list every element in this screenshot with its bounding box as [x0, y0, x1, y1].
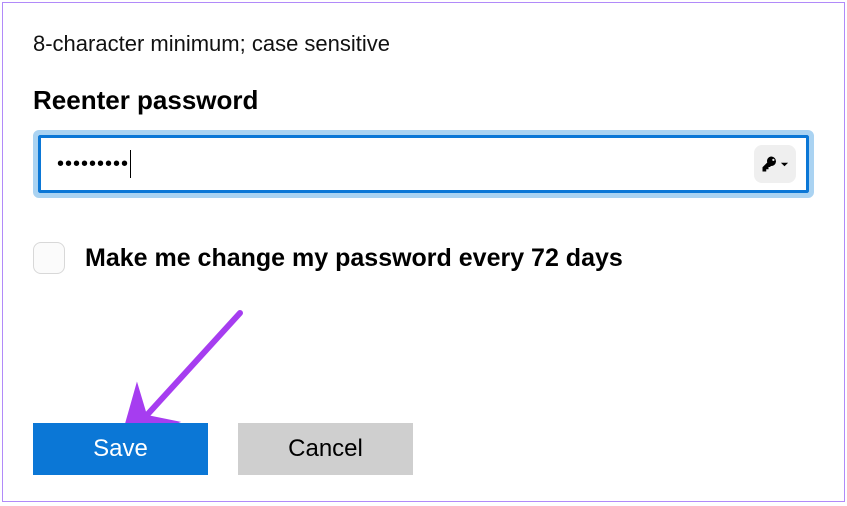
password-hint-text: 8-character minimum; case sensitive — [33, 31, 814, 57]
text-caret — [130, 150, 131, 178]
change-every-checkbox[interactable] — [33, 242, 65, 274]
cancel-button[interactable]: Cancel — [238, 423, 413, 475]
change-every-row: Make me change my password every 72 days — [33, 242, 814, 274]
reenter-password-label: Reenter password — [33, 85, 814, 116]
reenter-password-input[interactable]: ••••••••• — [38, 135, 809, 193]
save-button[interactable]: Save — [33, 423, 208, 475]
reenter-password-focus-ring: ••••••••• — [33, 130, 814, 198]
chevron-down-icon — [780, 160, 789, 169]
key-icon — [761, 155, 779, 173]
password-form-panel: 8-character minimum; case sensitive Reen… — [2, 2, 845, 502]
password-masked-value: ••••••••• — [57, 153, 129, 176]
button-row: Save Cancel — [33, 423, 413, 475]
password-manager-button[interactable] — [754, 145, 796, 183]
change-every-label: Make me change my password every 72 days — [85, 244, 623, 273]
